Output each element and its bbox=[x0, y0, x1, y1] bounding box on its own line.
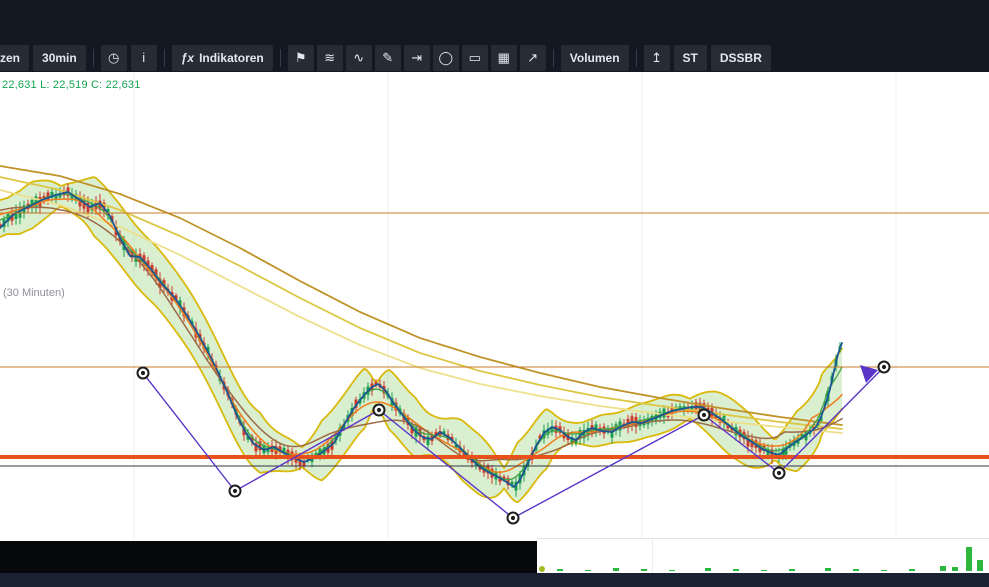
measure-icon[interactable]: ⇥ bbox=[404, 45, 430, 71]
clock-icon[interactable]: ◷ bbox=[101, 45, 127, 71]
dssbr-button[interactable]: DSSBR bbox=[711, 45, 771, 71]
ohlc-legend: 22,631 L: 22,519 C: 22,631 bbox=[2, 79, 141, 91]
zigzag-arrow-icon bbox=[860, 365, 878, 383]
bottom-left-panel bbox=[0, 541, 537, 573]
volume-bar bbox=[853, 569, 859, 571]
toolbar-separator bbox=[280, 49, 281, 67]
volume-bar bbox=[761, 570, 767, 571]
truncated-left-button[interactable]: zen bbox=[0, 45, 29, 71]
zigzag-marker[interactable] bbox=[774, 468, 785, 479]
draw-tools-group: ⚑≋∿✎⇥◯▭▦↗ bbox=[288, 45, 546, 71]
volume-subpanel bbox=[537, 538, 989, 574]
volume-bar bbox=[705, 568, 711, 571]
rectangle-icon[interactable]: ▭ bbox=[462, 45, 488, 71]
volume-button[interactable]: Volumen bbox=[561, 45, 629, 71]
volume-bar bbox=[613, 568, 619, 571]
top-toolbar: zen 30min ◷ i ƒx Indikatoren ⚑≋∿✎⇥◯▭▦↗ V… bbox=[0, 0, 989, 72]
volume-bar bbox=[557, 569, 563, 571]
bollinger-band bbox=[0, 177, 842, 502]
zigzag-marker[interactable] bbox=[138, 368, 149, 379]
volume-bar bbox=[940, 566, 946, 571]
interval-note: (30 Minuten) bbox=[3, 287, 65, 299]
toolbar-separator bbox=[553, 49, 554, 67]
volume-bar bbox=[909, 569, 915, 571]
brush-icon[interactable]: ✎ bbox=[375, 45, 401, 71]
volume-bar bbox=[641, 569, 647, 571]
toolbar-separator bbox=[636, 49, 637, 67]
export-icon[interactable]: ↥ bbox=[644, 45, 670, 71]
volume-bar bbox=[977, 560, 983, 571]
toolbar-row: zen 30min ◷ i ƒx Indikatoren ⚑≋∿✎⇥◯▭▦↗ V… bbox=[0, 44, 989, 71]
indicators-button[interactable]: ƒx Indikatoren bbox=[172, 45, 273, 71]
volume-gridline bbox=[652, 539, 653, 574]
toolbar-separator bbox=[93, 49, 94, 67]
trading-app: zen 30min ◷ i ƒx Indikatoren ⚑≋∿✎⇥◯▭▦↗ V… bbox=[0, 0, 989, 587]
volume-bar bbox=[585, 570, 591, 571]
compare-icon[interactable]: ≋ bbox=[317, 45, 343, 71]
fx-icon: ƒx bbox=[181, 51, 194, 65]
volume-bar bbox=[881, 570, 887, 571]
volume-bar bbox=[952, 567, 958, 571]
flag-icon[interactable]: ⚑ bbox=[288, 45, 314, 71]
info-icon[interactable]: i bbox=[131, 45, 157, 71]
volume-bar bbox=[669, 570, 675, 571]
toolbar-separator bbox=[164, 49, 165, 67]
volume-bar bbox=[825, 568, 831, 571]
grid-icon[interactable]: ▦ bbox=[491, 45, 517, 71]
volume-bar bbox=[789, 569, 795, 571]
indicators-label: Indikatoren bbox=[199, 51, 264, 65]
ellipse-icon[interactable]: ◯ bbox=[433, 45, 459, 71]
st-button[interactable]: ST bbox=[674, 45, 707, 71]
zigzag-marker[interactable] bbox=[699, 410, 710, 421]
arrow-up-right-icon[interactable]: ↗ bbox=[520, 45, 546, 71]
zigzag-marker[interactable] bbox=[508, 513, 519, 524]
zigzag-marker[interactable] bbox=[374, 405, 385, 416]
volume-bar bbox=[733, 569, 739, 571]
zigzag-marker[interactable] bbox=[879, 362, 890, 373]
wave-icon[interactable]: ∿ bbox=[346, 45, 372, 71]
indicator-dot bbox=[539, 566, 545, 572]
bottom-status-strip bbox=[0, 573, 989, 587]
timeframe-button[interactable]: 30min bbox=[33, 45, 86, 71]
trading-chart[interactable] bbox=[0, 0, 989, 587]
zigzag-marker[interactable] bbox=[230, 486, 241, 497]
volume-bar bbox=[966, 547, 972, 571]
